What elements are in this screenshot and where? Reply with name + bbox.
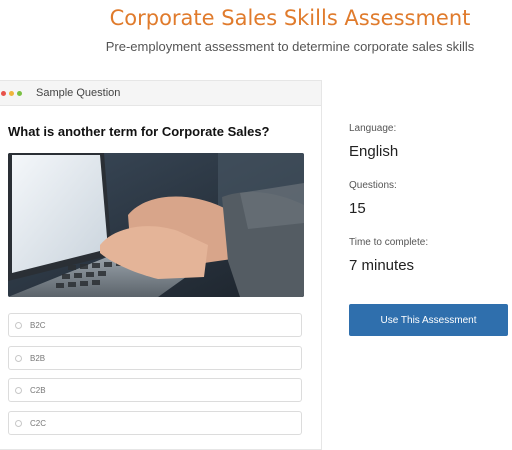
- radio-icon[interactable]: [15, 419, 22, 427]
- card-header-label: Sample Question: [36, 87, 121, 99]
- question-text: What is another term for Corporate Sales…: [8, 124, 270, 139]
- answer-option-c2c[interactable]: C2C: [8, 411, 302, 435]
- radio-icon[interactable]: [15, 354, 22, 362]
- radio-icon[interactable]: [15, 321, 22, 329]
- laptop-typing-image: [8, 153, 304, 297]
- questions-label: Questions:: [349, 180, 397, 191]
- language-label: Language:: [349, 123, 397, 134]
- green-dot-icon: [17, 90, 22, 96]
- answer-option-c2b[interactable]: C2B: [8, 378, 302, 402]
- yellow-dot-icon: [9, 90, 14, 96]
- questions-value: 15: [349, 200, 366, 217]
- answer-option-b2b[interactable]: B2B: [8, 346, 302, 370]
- window-dots: [1, 90, 22, 96]
- page-title: Corporate Sales Skills Assessment: [109, 6, 471, 30]
- option-label: B2C: [30, 320, 46, 330]
- red-dot-icon: [1, 90, 6, 96]
- language-value: English: [349, 143, 399, 160]
- answer-option-b2c[interactable]: B2C: [8, 313, 302, 337]
- card-header: Sample Question: [0, 81, 321, 106]
- use-assessment-button[interactable]: Use This Assessment: [349, 304, 508, 336]
- option-label: C2B: [30, 385, 46, 395]
- sample-question-card: Sample Question What is another term for…: [0, 80, 322, 450]
- page-subtitle: Pre-employment assessment to determine c…: [105, 39, 475, 54]
- time-value: 7 minutes: [349, 257, 415, 274]
- option-label: B2B: [30, 353, 46, 363]
- option-label: C2C: [30, 418, 47, 428]
- radio-icon[interactable]: [15, 386, 22, 394]
- time-label: Time to complete:: [349, 237, 429, 248]
